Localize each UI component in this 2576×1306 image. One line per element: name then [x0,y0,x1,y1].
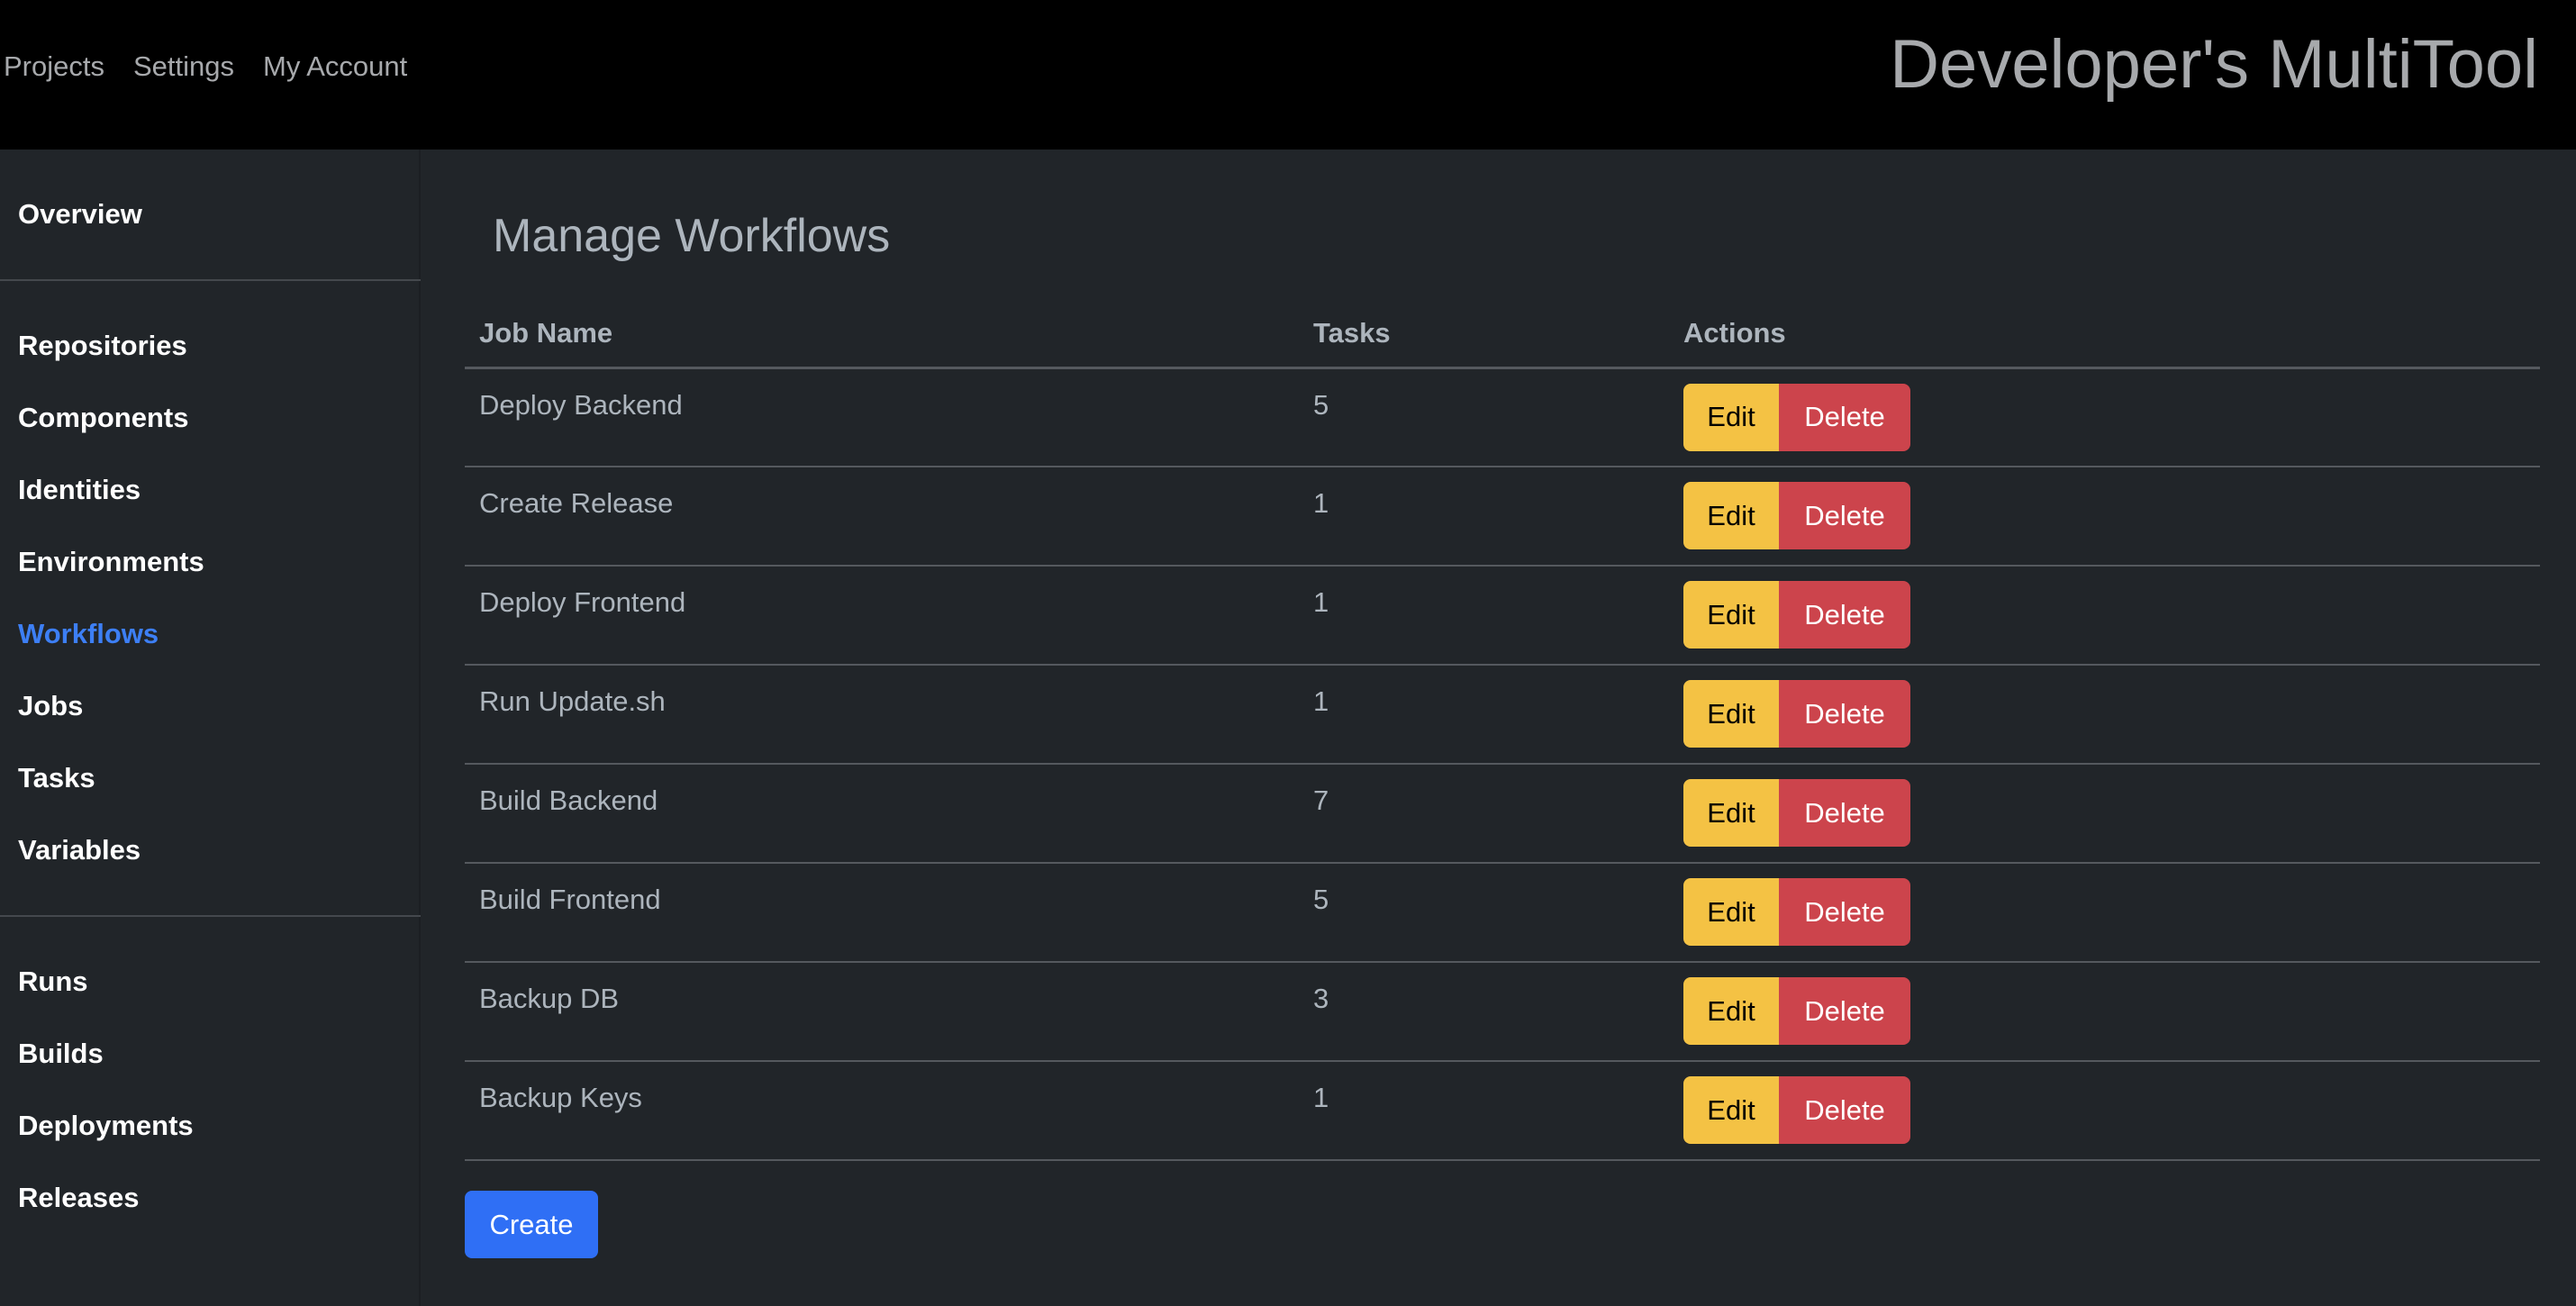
sidebar-item-overview[interactable]: Overview [18,198,142,231]
actions-cell: Edit Delete [1669,1061,2540,1161]
delete-button[interactable]: Delete [1779,977,1910,1045]
sidebar-divider [0,915,421,917]
actions-cell: Edit Delete [1669,665,2540,765]
table-row: Deploy Backend 5 Edit Delete [465,367,2540,467]
action-button-group: Edit Delete [1683,383,2526,451]
sidebar-item-builds[interactable]: Builds [18,1038,104,1070]
task-count: 5 [1299,367,1669,467]
task-count: 1 [1299,467,1669,567]
action-button-group: Edit Delete [1683,878,2526,946]
actions-cell: Edit Delete [1669,962,2540,1062]
edit-button[interactable]: Edit [1683,1076,1779,1144]
table-row: Deploy Frontend 1 Edit Delete [465,566,2540,666]
page-title: Manage Workflows [493,210,891,262]
edit-button[interactable]: Edit [1683,779,1779,847]
table-row: Run Update.sh 1 Edit Delete [465,665,2540,765]
sidebar-item-components[interactable]: Components [18,402,188,434]
sidebar-item-releases[interactable]: Releases [18,1182,139,1214]
task-count: 7 [1299,764,1669,864]
table-row: Backup Keys 1 Edit Delete [465,1061,2540,1161]
nav-my-account[interactable]: My Account [263,50,407,83]
main-content: Manage Workflows Job Name Tasks Actions … [421,150,2576,1306]
sidebar-item-deployments[interactable]: Deployments [18,1110,194,1142]
job-name: Run Update.sh [465,665,1299,765]
sidebar-item-workflows[interactable]: Workflows [18,618,159,650]
task-count: 5 [1299,863,1669,963]
sidebar-item-runs[interactable]: Runs [18,966,88,998]
sidebar-divider [0,279,421,281]
table-row: Build Backend 7 Edit Delete [465,764,2540,864]
action-button-group: Edit Delete [1683,482,2526,549]
create-button[interactable]: Create [465,1191,598,1258]
actions-cell: Edit Delete [1669,566,2540,666]
edit-button[interactable]: Edit [1683,680,1779,748]
delete-button[interactable]: Delete [1779,1076,1910,1144]
delete-button[interactable]: Delete [1779,779,1910,847]
job-name: Backup Keys [465,1061,1299,1161]
action-button-group: Edit Delete [1683,581,2526,648]
nav-settings[interactable]: Settings [133,50,234,83]
edit-button[interactable]: Edit [1683,977,1779,1045]
task-count: 3 [1299,962,1669,1062]
job-name: Build Backend [465,764,1299,864]
actions-cell: Edit Delete [1669,467,2540,567]
edit-button[interactable]: Edit [1683,383,1779,451]
sidebar-item-jobs[interactable]: Jobs [18,690,83,722]
action-button-group: Edit Delete [1683,1076,2526,1144]
top-nav: Projects Settings My Account [4,50,407,83]
column-header-tasks: Tasks [1299,301,1669,369]
table-row: Backup DB 3 Edit Delete [465,962,2540,1062]
job-name: Create Release [465,467,1299,567]
job-name: Deploy Frontend [465,566,1299,666]
sidebar-item-environments[interactable]: Environments [18,546,204,578]
actions-cell: Edit Delete [1669,764,2540,864]
task-count: 1 [1299,665,1669,765]
delete-button[interactable]: Delete [1779,680,1910,748]
actions-cell: Edit Delete [1669,863,2540,963]
workflows-table: Job Name Tasks Actions Deploy Backend 5 … [465,301,2540,1161]
column-header-actions: Actions [1669,301,2540,369]
column-header-job-name: Job Name [465,301,1299,369]
sidebar-item-variables[interactable]: Variables [18,834,141,866]
delete-button[interactable]: Delete [1779,383,1910,451]
table-row: Build Frontend 5 Edit Delete [465,863,2540,963]
delete-button[interactable]: Delete [1779,878,1910,946]
delete-button[interactable]: Delete [1779,581,1910,648]
sidebar-item-identities[interactable]: Identities [18,474,141,506]
top-navbar: Projects Settings My Account Developer's… [0,0,2576,150]
task-count: 1 [1299,566,1669,666]
action-button-group: Edit Delete [1683,977,2526,1045]
table-row: Create Release 1 Edit Delete [465,467,2540,567]
action-button-group: Edit Delete [1683,779,2526,847]
actions-cell: Edit Delete [1669,367,2540,467]
delete-button[interactable]: Delete [1779,482,1910,549]
task-count: 1 [1299,1061,1669,1161]
job-name: Backup DB [465,962,1299,1062]
sidebar: Overview Repositories Components Identit… [0,150,421,1306]
sidebar-item-tasks[interactable]: Tasks [18,762,95,794]
job-name: Deploy Backend [465,367,1299,467]
edit-button[interactable]: Edit [1683,482,1779,549]
action-button-group: Edit Delete [1683,680,2526,748]
nav-projects[interactable]: Projects [4,50,104,83]
job-name: Build Frontend [465,863,1299,963]
edit-button[interactable]: Edit [1683,878,1779,946]
sidebar-item-repositories[interactable]: Repositories [18,330,187,362]
edit-button[interactable]: Edit [1683,581,1779,648]
app-brand[interactable]: Developer's MultiTool [1890,25,2538,104]
